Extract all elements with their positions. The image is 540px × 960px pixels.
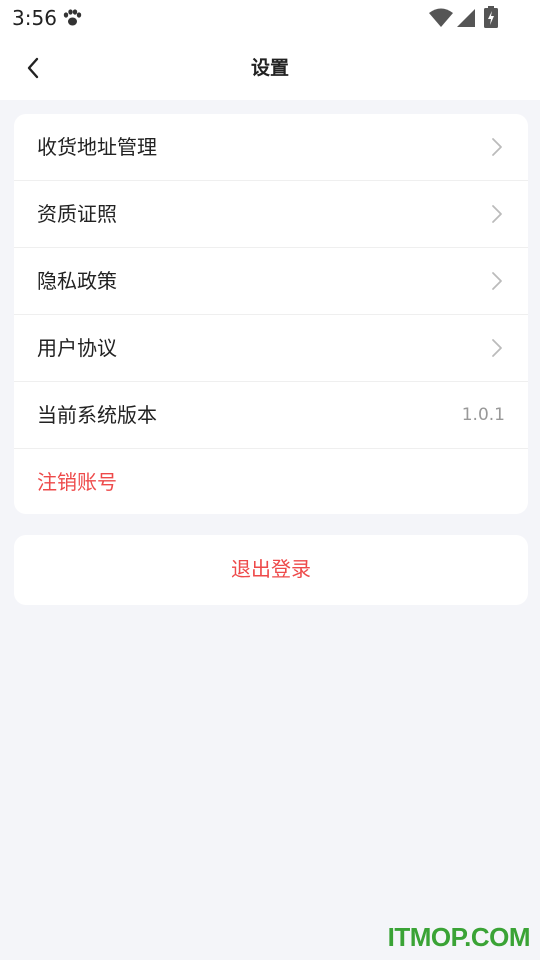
settings-item-label: 收货地址管理 (37, 135, 157, 159)
settings-item-privacy[interactable]: 隐私政策 (14, 248, 528, 314)
signal-icon (457, 9, 475, 27)
settings-item-delete-account[interactable]: 注销账号 (14, 449, 528, 514)
battery-icon (484, 6, 498, 28)
paw-icon (63, 9, 82, 26)
settings-item-label: 当前系统版本 (37, 403, 157, 427)
chevron-right-icon (492, 272, 502, 290)
settings-item-label: 资质证照 (37, 202, 117, 226)
logout-label: 退出登录 (231, 557, 311, 581)
settings-item-label: 隐私政策 (37, 269, 117, 293)
settings-list: 收货地址管理 资质证照 隐私政策 用户协议 当前系统版本 1.0.1 注销账号 (14, 114, 528, 514)
logout-button[interactable]: 退出登录 (14, 535, 528, 605)
settings-item-agreement[interactable]: 用户协议 (14, 315, 528, 381)
status-bar: 3:56 (0, 0, 540, 36)
nav-bar: 设置 (0, 36, 540, 100)
watermark: ITMOP.COM (387, 922, 531, 952)
header: 3:56 设置 (0, 0, 540, 100)
version-value: 1.0.1 (461, 405, 505, 425)
chevron-right-icon (492, 205, 502, 223)
settings-item-qualification[interactable]: 资质证照 (14, 181, 528, 247)
delete-account-label: 注销账号 (37, 470, 117, 494)
chevron-right-icon (492, 138, 502, 156)
page-title: 设置 (250, 57, 289, 79)
settings-item-version: 当前系统版本 1.0.1 (14, 382, 528, 448)
settings-item-label: 用户协议 (37, 336, 117, 360)
status-time: 3:56 (12, 6, 57, 30)
settings-item-address[interactable]: 收货地址管理 (14, 114, 528, 180)
chevron-right-icon (492, 339, 502, 357)
wifi-icon (429, 8, 453, 27)
